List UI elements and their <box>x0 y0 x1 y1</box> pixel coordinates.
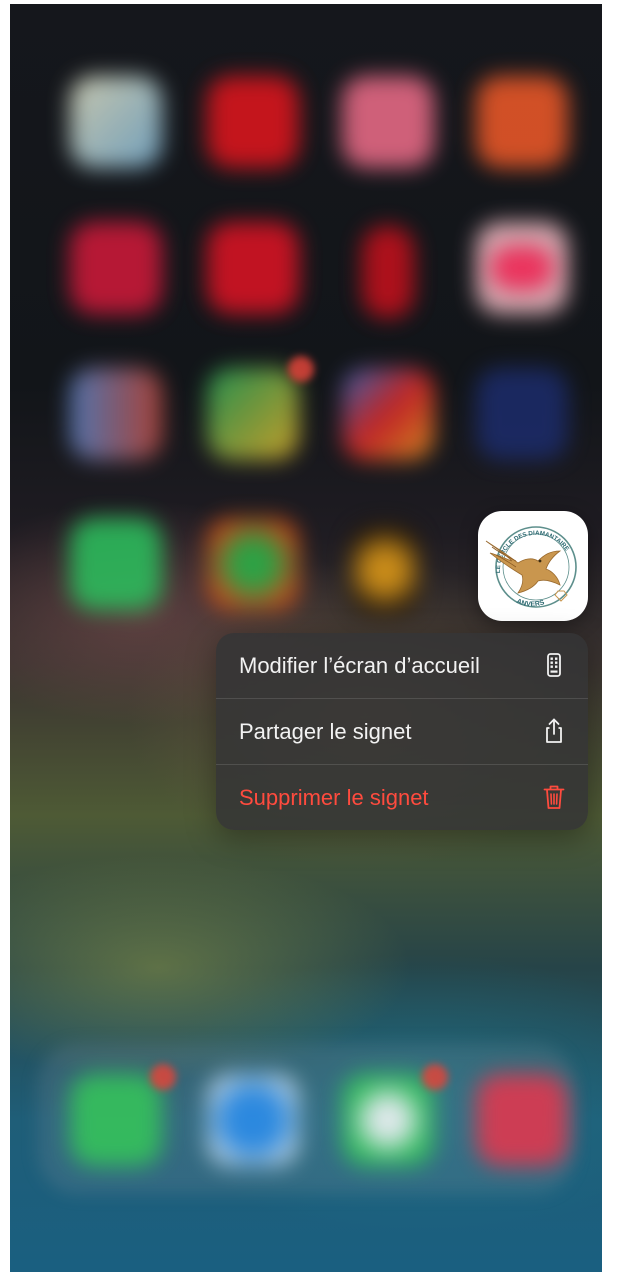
context-menu: Modifier l’écran d’accueil Partager le s… <box>216 633 588 830</box>
blurred-app-icon <box>342 368 434 460</box>
blurred-app-icon <box>70 76 162 168</box>
blurred-app-icon <box>476 368 568 460</box>
blurred-app-icon <box>490 246 554 290</box>
blurred-app-icon <box>350 524 420 616</box>
trash-icon <box>543 785 565 809</box>
edit-home-screen-label: Modifier l’écran d’accueil <box>239 653 480 678</box>
delete-bookmark-label: Supprimer le signet <box>239 785 429 810</box>
bookmark-app-icon[interactable]: LE CERCLE DES DIAMANTAIRES ANVERS <box>478 511 588 621</box>
share-bookmark-item[interactable]: Partager le signet <box>216 699 588 764</box>
blurred-app-icon <box>70 518 162 610</box>
blurred-messages-app-icon <box>342 1074 434 1166</box>
blurred-app-icon <box>70 222 162 314</box>
blurred-app-icon <box>207 222 299 314</box>
blurred-safari-app-icon <box>207 1074 299 1166</box>
blurred-app-icon <box>362 226 414 318</box>
delete-bookmark-item[interactable]: Supprimer le signet <box>216 765 588 830</box>
blurred-app-icon <box>207 518 299 610</box>
blurred-app-icon <box>70 368 162 460</box>
blurred-app-icon <box>342 76 434 168</box>
phone-screen-icon <box>547 653 561 677</box>
share-bookmark-label: Partager le signet <box>239 719 412 744</box>
edit-home-screen-item[interactable]: Modifier l’écran d’accueil <box>216 633 588 698</box>
blurred-app-icon <box>207 368 299 460</box>
blurred-notification-badge <box>150 1064 176 1090</box>
blurred-notification-badge <box>422 1064 448 1090</box>
diamantaires-logo-icon: LE CERCLE DES DIAMANTAIRES ANVERS <box>478 511 577 608</box>
blurred-app-icon <box>476 1074 568 1166</box>
share-icon <box>546 718 562 743</box>
blurred-app-icon <box>476 76 568 168</box>
blurred-app-icon <box>207 76 299 168</box>
blurred-notification-badge <box>288 356 314 382</box>
home-screen-background: LE CERCLE DES DIAMANTAIRES ANVERS Modifi… <box>10 4 602 1272</box>
blurred-phone-app-icon <box>70 1074 162 1166</box>
